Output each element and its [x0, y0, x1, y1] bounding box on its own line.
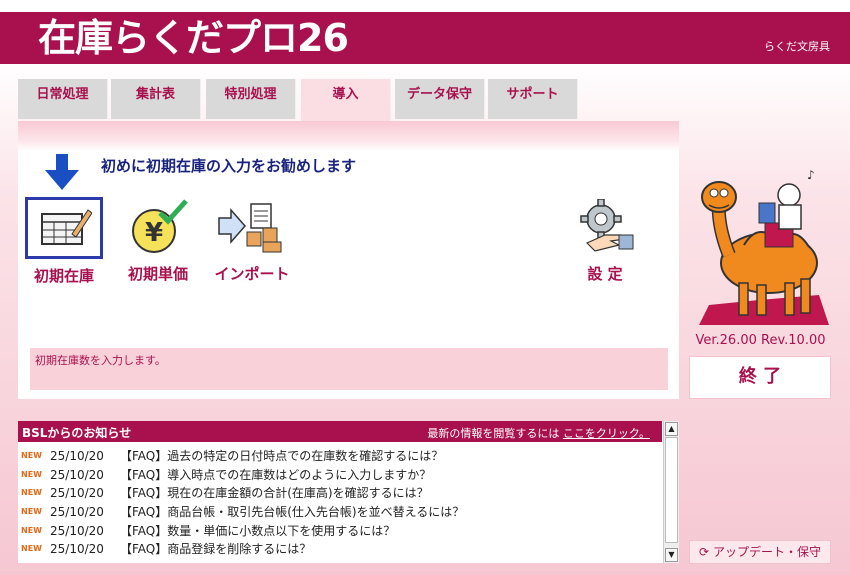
svg-text:¥: ¥ [145, 218, 163, 248]
app-header: 在庫らくだプロ26 らくだ文房具 [0, 12, 850, 64]
ledger-pen-icon [25, 197, 103, 259]
tab-support[interactable]: サポート [488, 79, 578, 119]
settings-button[interactable]: 設 定 [560, 197, 650, 284]
news-date: 25/10/20 [50, 486, 104, 501]
scroll-thumb[interactable] [665, 437, 678, 543]
news-item[interactable]: NEW 25/10/20 【FAQ】商品登録を削除するには？ [18, 540, 662, 559]
new-badge: NEW [21, 488, 42, 498]
app-logo: 在庫らくだプロ26 [38, 16, 349, 60]
scroll-up-icon[interactable]: ▲ [665, 422, 678, 436]
initial-stock-button[interactable]: 初期在庫 [19, 197, 109, 286]
import-button[interactable]: インポート [207, 197, 297, 284]
settings-label: 設 定 [587, 265, 623, 283]
news-item[interactable]: NEW 25/10/20 【FAQ】過去の特定の日付時点での在庫数を確認するには… [18, 447, 662, 466]
update-maintenance-button[interactable]: ⟳ アップデート・保守 [689, 540, 831, 564]
import-boxes-icon [215, 197, 289, 257]
news-date: 25/10/20 [50, 542, 104, 557]
news-date: 25/10/20 [50, 467, 104, 482]
news-item[interactable]: NEW 25/10/20 【FAQ】現在の在庫金額の合計(在庫高)を確認するには… [18, 484, 662, 503]
news-title: BSLからのお知らせ [22, 426, 132, 440]
svg-text:♪: ♪ [807, 168, 815, 182]
update-label: アップデート・保守 [712, 545, 821, 559]
news-date: 25/10/20 [50, 505, 104, 520]
tab-data-maintenance[interactable]: データ保守 [395, 79, 485, 119]
scroll-down-icon[interactable]: ▼ [665, 548, 678, 562]
news-scrollbar[interactable]: ▲ ▼ [663, 421, 679, 563]
tab-introduction[interactable]: 導入 [301, 79, 391, 121]
news-item[interactable]: NEW 25/10/20 【FAQ】導入時点での在庫数はどのように入力しますか？ [18, 466, 662, 485]
function-description: 初期在庫数を入力します。 [30, 348, 668, 390]
refresh-icon: ⟳ [699, 545, 710, 559]
initial-price-button[interactable]: ¥ 初期単価 [113, 197, 203, 284]
initial-price-label: 初期単価 [127, 265, 188, 283]
news-item-title: 【FAQ】商品登録を削除するには？ [120, 542, 312, 557]
company-name: らくだ文房具 [764, 40, 830, 53]
news-item-title: 【FAQ】導入時点での在庫数はどのように入力しますか？ [120, 467, 432, 482]
tab-special[interactable]: 特別処理 [206, 79, 296, 119]
news-date: 25/10/20 [50, 449, 104, 463]
news-date: 25/10/20 [50, 523, 104, 538]
initial-stock-label: 初期在庫 [33, 267, 94, 285]
new-badge: NEW [21, 544, 42, 554]
import-label: インポート [214, 265, 290, 283]
down-arrow-icon [45, 154, 79, 190]
version-text: Ver.26.00 Rev.10.00 [695, 333, 826, 348]
camel-mascot-image: ♪ [699, 168, 829, 325]
tab-summary[interactable]: 集計表 [111, 79, 201, 119]
news-item-title: 【FAQ】数量・単価に小数点以下を使用するには？ [120, 523, 396, 538]
new-badge: NEW [21, 525, 42, 535]
news-item-title: 【FAQ】商品台帳・取引先台帳(仕入先台帳)を並べ替えるには？ [120, 505, 465, 520]
new-badge: NEW [21, 507, 42, 517]
gear-hand-icon [568, 197, 642, 257]
tab-daily[interactable]: 日常処理 [18, 79, 108, 119]
news-header: BSLからのお知らせ 最新の情報を閲覧するには ここをクリック。 [18, 421, 662, 442]
news-item[interactable]: NEW 25/10/20 【FAQ】数量・単価に小数点以下を使用するには？ [18, 522, 662, 541]
news-link-prefix: 最新の情報を閲覧するには [427, 427, 563, 440]
news-link-area: 最新の情報を閲覧するには ここをクリック。 [427, 425, 650, 441]
news-list: NEW 25/10/20 【FAQ】過去の特定の日付時点での在庫数を確認するには… [18, 447, 662, 559]
news-item[interactable]: NEW 25/10/20 【FAQ】商品台帳・取引先台帳(仕入先台帳)を並べ替え… [18, 503, 662, 522]
news-item-title: 【FAQ】現在の在庫金額の合計(在庫高)を確認するには？ [120, 486, 429, 501]
exit-button[interactable]: 終 了 [689, 356, 831, 399]
new-badge: NEW [21, 469, 42, 479]
news-latest-link[interactable]: ここをクリック。 [563, 427, 650, 440]
guide-message: 初めに初期在庫の入力をお勧めします [101, 157, 357, 175]
news-item-title: 【FAQ】過去の特定の日付時点での在庫数を確認するには？ [120, 449, 444, 463]
new-badge: NEW [21, 451, 42, 460]
yen-coin-check-icon: ¥ [121, 197, 195, 257]
news-panel: BSLからのお知らせ 最新の情報を閲覧するには ここをクリック。 NEW 25/… [18, 421, 679, 563]
